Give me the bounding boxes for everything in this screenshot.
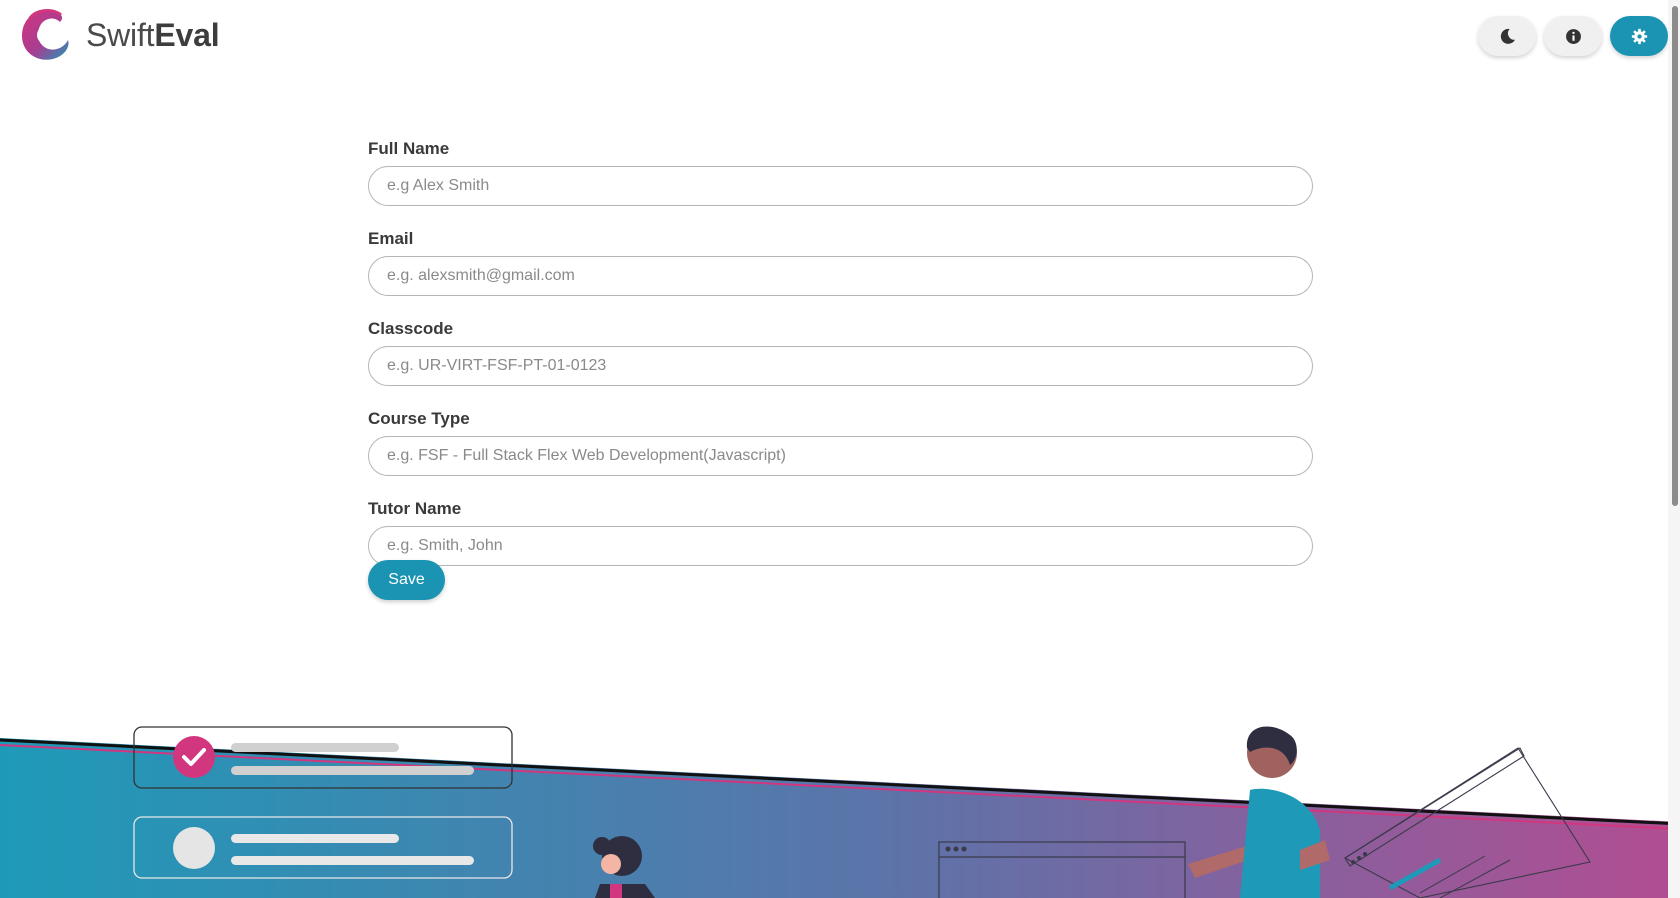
scrollbar-thumb[interactable] — [1672, 6, 1678, 506]
vertical-scrollbar[interactable] — [1668, 0, 1680, 898]
footer-wave — [0, 738, 1680, 898]
footer-illustration — [0, 726, 1680, 898]
